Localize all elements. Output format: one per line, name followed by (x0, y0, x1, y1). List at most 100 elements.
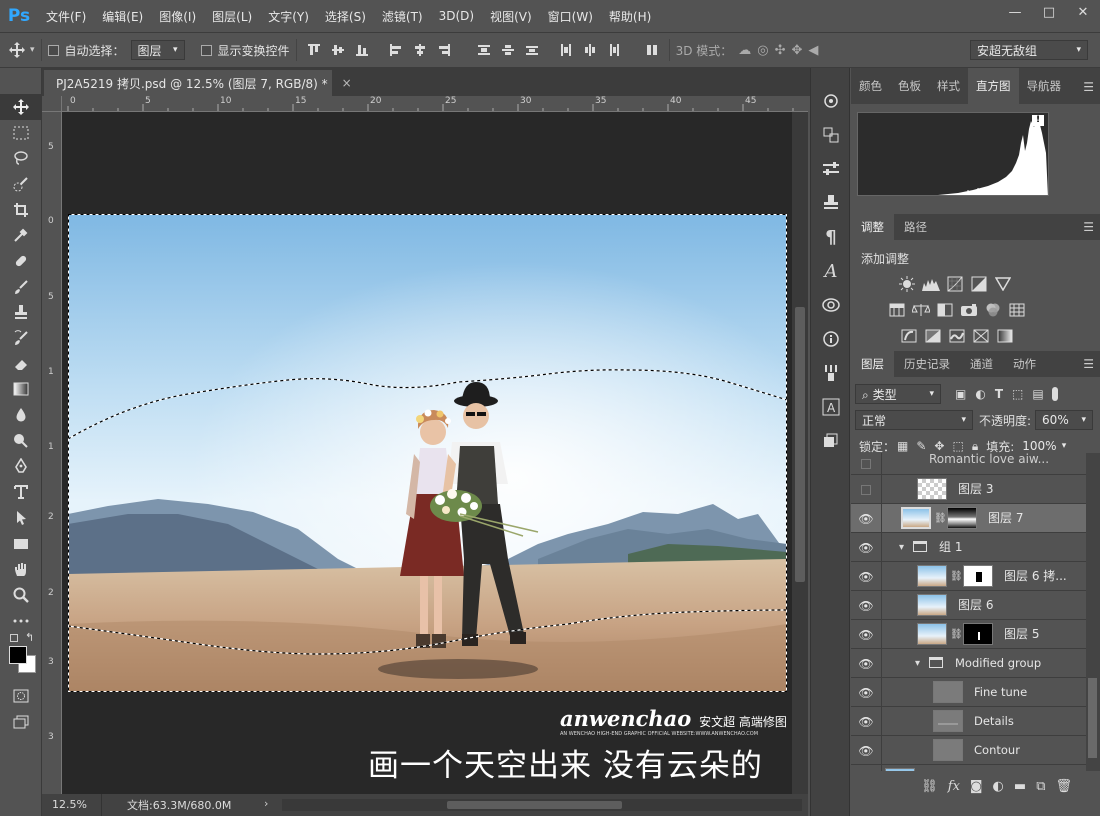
menu-edit[interactable]: 编辑(E) (94, 8, 151, 25)
lock-position-icon[interactable]: ✥ (934, 439, 944, 454)
color-balance-icon[interactable] (911, 301, 931, 319)
menu-3d[interactable]: 3D(D) (431, 9, 482, 23)
layer-row[interactable]: 👁︎ ⛓ 图层 7 (851, 504, 1086, 533)
align-vcenter-icon[interactable] (327, 39, 349, 61)
close-tab-icon[interactable]: × (342, 76, 352, 90)
status-menu-arrow-icon[interactable]: › (264, 797, 268, 810)
align-bottom-icon[interactable] (351, 39, 373, 61)
swap-colors-icon[interactable]: ↰ (25, 631, 34, 644)
exposure-icon[interactable] (969, 275, 989, 293)
photo-image[interactable] (68, 214, 787, 692)
panel-menu-icon[interactable]: ☰ (1083, 220, 1094, 234)
menu-layer[interactable]: 图层(L) (204, 8, 260, 25)
layer-visibility-off[interactable] (856, 453, 876, 475)
blur-tool-icon[interactable] (0, 402, 42, 428)
layer-row[interactable]: 👁︎ ⛓ 图层 5 (851, 620, 1086, 649)
gradient-map-icon[interactable] (995, 327, 1015, 345)
tab-navigator[interactable]: 导航器 (1019, 68, 1070, 104)
distribute-top-icon[interactable] (473, 39, 495, 61)
3d-slide-icon[interactable]: ✥ (792, 43, 803, 58)
move-tool-preset-icon[interactable] (6, 39, 28, 61)
distribute-bottom-icon[interactable] (521, 39, 543, 61)
horizontal-ruler[interactable]: 0 5 10 15 20 25 30 35 40 45 (62, 96, 808, 112)
layer-row[interactable]: 👁︎ ▾ 组 1 (851, 533, 1086, 562)
lock-transparency-icon[interactable]: ▦ (897, 439, 908, 454)
new-layer-icon[interactable]: ⧉ (1036, 779, 1045, 794)
brightness-contrast-icon[interactable] (897, 275, 917, 293)
layer-style-icon[interactable]: fx (948, 779, 960, 794)
vertical-scrollbar-thumb[interactable] (795, 307, 805, 582)
menu-select[interactable]: 选择(S) (317, 8, 374, 25)
filter-toggle[interactable] (1051, 387, 1058, 401)
vertical-ruler[interactable]: 5 0 5 1 1 2 2 3 3 (42, 112, 62, 794)
blend-mode-dropdown[interactable]: 正常 ▾ (855, 410, 973, 430)
ruler-origin[interactable] (42, 96, 62, 112)
filter-pixel-icon[interactable]: ▣ (955, 387, 966, 401)
delete-layer-icon[interactable]: 🗑︎ (1055, 779, 1072, 794)
layer-row[interactable]: Romantic love aiw... (851, 453, 1086, 475)
chevron-down-icon[interactable]: ▾ (915, 649, 920, 678)
photo-filter-icon[interactable] (959, 301, 979, 319)
tab-swatches[interactable]: 色板 (890, 68, 929, 104)
eye-icon[interactable]: 👁︎ (856, 678, 876, 707)
document-tab[interactable]: PJ2A5219 拷贝.psd @ 12.5% (图层 7, RGB/8) * … (44, 70, 352, 96)
vibrance-icon[interactable] (993, 275, 1013, 293)
foreground-color-swatch[interactable] (9, 646, 27, 665)
3d-pan-icon[interactable]: ✣ (775, 43, 786, 58)
menu-filter[interactable]: 滤镜(T) (374, 8, 431, 25)
distribute-right-icon[interactable] (603, 39, 625, 61)
menu-image[interactable]: 图像(I) (151, 8, 204, 25)
menu-file[interactable]: 文件(F) (38, 8, 94, 25)
workspace-dropdown[interactable]: 安超无敌组 ▾ (970, 40, 1088, 60)
levels-icon[interactable] (921, 275, 941, 293)
layer-row[interactable]: 👁︎ ▾ Modified group (851, 649, 1086, 678)
character-panel-icon[interactable]: A (811, 254, 851, 288)
eye-icon[interactable]: 👁︎ (856, 533, 876, 562)
vertical-scrollbar[interactable] (792, 112, 808, 794)
panel-menu-icon[interactable]: ☰ (1083, 357, 1094, 371)
eraser-tool-icon[interactable] (0, 351, 42, 377)
filter-smart-object-icon[interactable]: ▤ (1032, 387, 1043, 401)
filter-shape-icon[interactable]: ⬚ (1012, 387, 1023, 401)
align-right-icon[interactable] (433, 39, 455, 61)
align-top-icon[interactable] (303, 39, 325, 61)
auto-align-icon[interactable] (641, 39, 663, 61)
eye-icon[interactable]: 👁︎ (856, 562, 876, 591)
horizontal-scrollbar-thumb[interactable] (447, 801, 622, 809)
show-transform-checkbox[interactable] (200, 44, 212, 56)
threshold-icon[interactable] (947, 327, 967, 345)
new-adjustment-layer-icon[interactable]: ◐ (993, 779, 1004, 794)
layers-scrollbar-thumb[interactable] (1088, 678, 1097, 758)
menu-type[interactable]: 文字(Y) (260, 8, 317, 25)
color-lookup-icon[interactable] (1007, 301, 1027, 319)
zoom-tool-icon[interactable] (0, 582, 42, 608)
layer-row[interactable]: 👁︎ Contour (851, 736, 1086, 765)
eye-icon[interactable]: 👁︎ (856, 649, 876, 678)
3d-panel-icon[interactable] (811, 84, 851, 118)
pen-tool-icon[interactable] (0, 454, 42, 480)
layer-row[interactable]: 图层 3 (851, 475, 1086, 504)
layers-scrollbar[interactable] (1086, 453, 1100, 771)
lasso-tool-icon[interactable] (0, 145, 42, 171)
close-window-button[interactable]: ✕ (1066, 0, 1100, 24)
paragraph-panel-icon[interactable]: ¶ (811, 220, 851, 254)
eyedropper-tool-icon[interactable] (0, 222, 42, 248)
filter-adjustment-icon[interactable]: ◐ (975, 387, 985, 401)
3d-orbit-icon[interactable]: ☁ (738, 43, 751, 58)
align-hcenter-icon[interactable] (409, 39, 431, 61)
maximize-button[interactable]: □ (1032, 0, 1066, 24)
minimize-button[interactable]: — (998, 0, 1032, 24)
horizontal-scrollbar[interactable] (282, 799, 802, 811)
screen-mode-icon[interactable] (0, 709, 42, 735)
marquee-tool-icon[interactable] (0, 120, 42, 146)
invert-icon[interactable] (899, 327, 919, 345)
layer-row[interactable]: 👁︎ Details (851, 707, 1086, 736)
layer-row[interactable]: 👁︎ ⛓ 图层 6 拷... (851, 562, 1086, 591)
move-tool-icon[interactable] (0, 94, 42, 120)
distribute-left-icon[interactable] (555, 39, 577, 61)
rectangle-tool-icon[interactable] (0, 531, 42, 557)
brush-presets-panel-icon[interactable] (811, 356, 851, 390)
default-colors-icon[interactable] (10, 634, 18, 643)
tab-channels[interactable]: 通道 (960, 351, 1003, 377)
layer-row[interactable]: 👁︎ Fine tune (851, 678, 1086, 707)
